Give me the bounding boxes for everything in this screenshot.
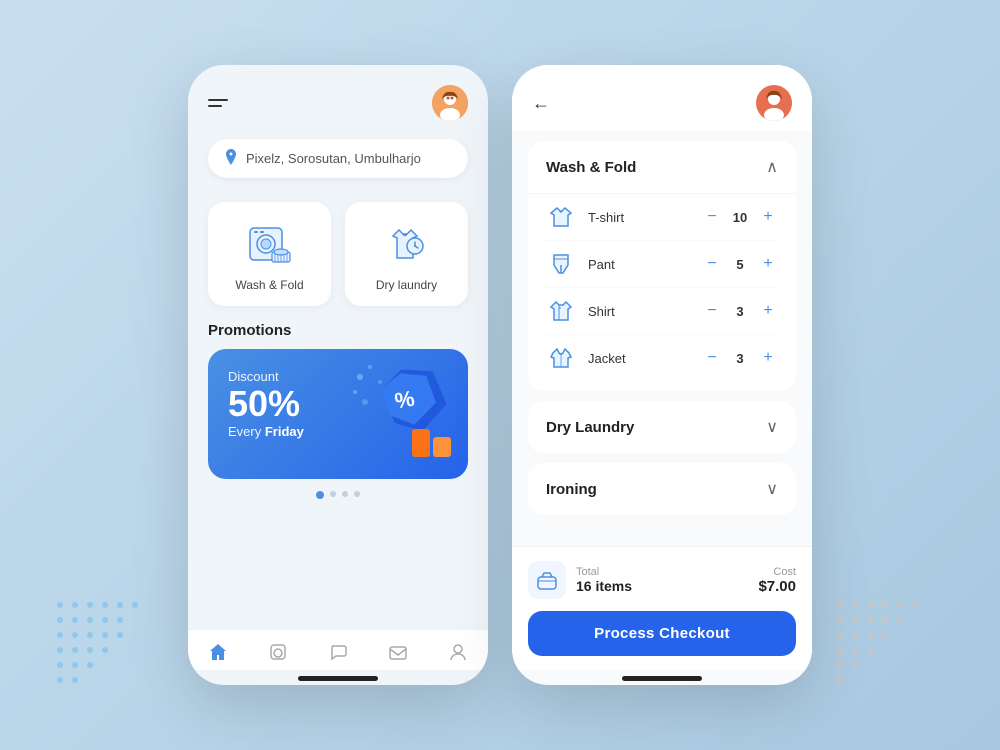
tshirt-qty: 10 [732, 210, 748, 225]
back-button[interactable]: ← [532, 93, 550, 114]
wash-fold-items: T-shirt − 10 + [528, 193, 796, 391]
wash-fold-title: Wash & Fold [546, 159, 636, 176]
pant-qty: 5 [732, 257, 748, 272]
cost-value: $7.00 [758, 578, 796, 595]
shirt-plus[interactable]: + [758, 301, 778, 321]
total-row: Total 16 items Cost $7.00 [528, 561, 796, 599]
tshirt-qty-control: − 10 + [702, 207, 778, 227]
dry-laundry-icon [379, 220, 435, 268]
dry-laundry-title: Dry Laundry [546, 419, 634, 436]
home-indicator [298, 676, 378, 681]
ironing-title: Ironing [546, 481, 597, 498]
location-text: Pixelz, Sorosutan, Umbulharjo [246, 151, 421, 166]
right-avatar[interactable] [756, 85, 792, 121]
nav-profile[interactable] [448, 642, 468, 662]
pant-qty-control: − 5 + [702, 254, 778, 274]
shirt-qty-control: − 3 + [702, 301, 778, 321]
cost-label: Cost [758, 566, 796, 578]
total-label: Total [576, 566, 748, 578]
dot-3[interactable] [342, 491, 348, 497]
pant-plus[interactable]: + [758, 254, 778, 274]
nav-home[interactable] [208, 642, 228, 662]
total-items: 16 items [576, 578, 748, 594]
jacket-qty: 3 [732, 351, 748, 366]
jacket-minus[interactable]: − [702, 348, 722, 368]
ironing-header[interactable]: Ironing ∨ [528, 463, 796, 515]
tshirt-plus[interactable]: + [758, 207, 778, 227]
promo-decoration: % [350, 357, 460, 472]
dry-laundry-chevron: ∨ [766, 417, 778, 437]
pagination-dots [188, 479, 488, 511]
shirt-icon [546, 300, 576, 322]
dot-4[interactable] [354, 491, 360, 497]
item-tshirt: T-shirt − 10 + [546, 194, 778, 241]
wash-fold-icon [242, 220, 298, 268]
wash-fold-section: Wash & Fold ∧ T-shirt [528, 141, 796, 391]
dry-laundry-card[interactable]: Dry laundry [345, 202, 468, 306]
item-jacket: Jacket − 3 + [546, 335, 778, 381]
promo-card[interactable]: Discount 50% Every Friday % [208, 349, 468, 479]
jacket-name: Jacket [588, 351, 690, 366]
dry-laundry-label: Dry laundry [376, 278, 437, 292]
ironing-chevron: ∨ [766, 479, 778, 499]
basket-icon [528, 561, 566, 599]
promotions-title: Promotions [188, 322, 488, 349]
location-bar[interactable]: Pixelz, Sorosutan, Umbulharjo [208, 139, 468, 178]
pant-minus[interactable]: − [702, 254, 722, 274]
bg-dots-pink [830, 595, 950, 700]
wash-fold-label: Wash & Fold [235, 278, 303, 292]
avatar[interactable] [432, 85, 468, 121]
shirt-minus[interactable]: − [702, 301, 722, 321]
right-home-indicator [622, 676, 702, 681]
dry-laundry-section: Dry Laundry ∨ [528, 401, 796, 453]
wash-fold-header[interactable]: Wash & Fold ∧ [528, 141, 796, 193]
menu-button[interactable] [208, 99, 228, 107]
shirt-qty: 3 [732, 304, 748, 319]
left-top-bar [188, 65, 488, 131]
dry-laundry-header[interactable]: Dry Laundry ∨ [528, 401, 796, 453]
nav-chat[interactable] [328, 642, 348, 662]
wash-fold-card[interactable]: Wash & Fold [208, 202, 331, 306]
shirt-name: Shirt [588, 304, 690, 319]
pant-name: Pant [588, 257, 690, 272]
pant-icon [546, 253, 576, 275]
right-top-bar: ← [512, 65, 812, 131]
jacket-icon [546, 347, 576, 369]
dot-2[interactable] [330, 491, 336, 497]
checkout-bar: Total 16 items Cost $7.00 Process Checko… [512, 546, 812, 670]
tshirt-minus[interactable]: − [702, 207, 722, 227]
cost-section: Cost $7.00 [758, 566, 796, 595]
nav-mail[interactable] [388, 642, 408, 662]
item-pant: Pant − 5 + [546, 241, 778, 288]
right-phone: ← Wash & Fold ∧ [512, 65, 812, 685]
checkout-button[interactable]: Process Checkout [528, 611, 796, 656]
tshirt-name: T-shirt [588, 210, 690, 225]
wash-fold-chevron: ∧ [766, 157, 778, 177]
jacket-qty-control: − 3 + [702, 348, 778, 368]
bottom-nav [188, 629, 488, 670]
location-pin-icon [224, 149, 238, 168]
ironing-section: Ironing ∨ [528, 463, 796, 515]
dot-1[interactable] [316, 491, 324, 499]
jacket-plus[interactable]: + [758, 348, 778, 368]
nav-laundry[interactable] [268, 642, 288, 662]
left-phone: Pixelz, Sorosutan, Umbulharjo [188, 65, 488, 685]
bg-dots-blue [50, 595, 170, 700]
total-details: Total 16 items [576, 566, 748, 594]
service-cards: Wash & Fold Dry laundry [188, 186, 488, 322]
item-shirt: Shirt − 3 + [546, 288, 778, 335]
right-content: Wash & Fold ∧ T-shirt [512, 131, 812, 546]
tshirt-icon [546, 206, 576, 228]
